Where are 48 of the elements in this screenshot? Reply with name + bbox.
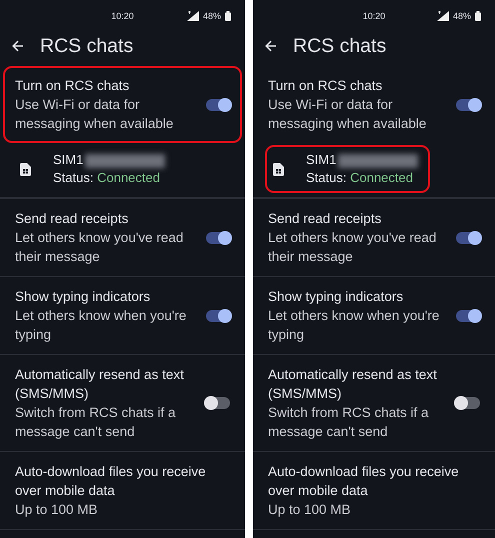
status-time: 10:20 — [362, 11, 386, 21]
setting-summary: Let others know when you're typing — [15, 307, 188, 344]
setting-title: Turn on RCS chats — [268, 77, 384, 95]
status-value: Connected — [350, 170, 413, 185]
setting-summary: Use Wi-Fi or data for messaging when available — [15, 96, 174, 133]
setting-summary: Switch from RCS chats if a message can't send — [268, 404, 430, 441]
status-value: Connected — [97, 170, 160, 185]
status-label: Status: — [306, 170, 346, 185]
setting-title: Auto-download files you receive over mobile data — [15, 463, 207, 500]
toggle-switch[interactable] — [456, 98, 480, 110]
toggle-switch[interactable] — [206, 310, 230, 322]
toggle-switch[interactable] — [206, 232, 230, 244]
status-label: Status: — [53, 170, 94, 185]
back-arrow-icon[interactable] — [12, 40, 24, 52]
setting-title: Show typing indicators — [268, 288, 404, 306]
setting-summary: Up to 100 MB — [15, 501, 99, 519]
setting-title: Show typing indicators — [15, 288, 152, 306]
setting-summary: Use Wi-Fi or data for messaging when available — [268, 96, 428, 133]
toggle-switch[interactable] — [206, 98, 230, 110]
back-arrow-icon[interactable] — [265, 40, 277, 52]
toggle-switch[interactable] — [456, 232, 480, 244]
setting-title: Send read receipts — [15, 210, 130, 228]
setting-summary: Switch from RCS chats if a message can't send — [15, 404, 177, 441]
page-title: RCS chats — [40, 34, 134, 58]
battery-percent: 48% — [452, 11, 471, 21]
sim-name: SIM1 — [53, 152, 84, 167]
setting-summary: Let others know you've read their message — [268, 229, 438, 266]
battery-icon — [225, 11, 231, 21]
setting-summary: Let others know when you're typing — [268, 307, 440, 344]
toggle-switch[interactable] — [456, 397, 480, 409]
sim-name: SIM1 — [306, 152, 336, 167]
signal-icon — [186, 11, 199, 21]
setting-title: Automatically resend as text (SMS/MMS) — [268, 366, 438, 403]
setting-title: Send read receipts — [268, 210, 382, 228]
setting-summary: Let others know you've read their message — [15, 229, 184, 266]
setting-summary: Up to 100 MB — [268, 501, 352, 519]
setting-title: Turn on RCS chats — [15, 77, 130, 95]
setting-title: Auto-download files you receive over mobile data — [268, 463, 460, 500]
battery-icon — [475, 11, 481, 21]
toggle-switch[interactable] — [206, 397, 230, 409]
signal-icon — [436, 11, 449, 21]
sim-card-icon — [273, 162, 284, 176]
page-title: RCS chats — [293, 34, 386, 58]
status-time: 10:20 — [110, 11, 135, 21]
setting-title: Automatically resend as text (SMS/MMS) — [15, 366, 185, 403]
sim-card-icon — [20, 162, 31, 176]
toggle-switch[interactable] — [456, 310, 480, 322]
battery-percent: 48% — [202, 11, 221, 21]
